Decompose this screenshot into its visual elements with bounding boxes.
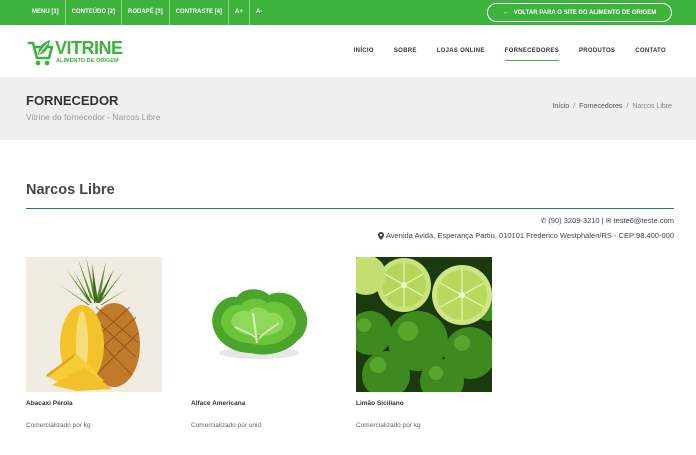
nav-item-lojas-online[interactable]: LOJAS ONLINE [437, 25, 485, 77]
supplier-phone: (90) 3209-3210 [548, 216, 600, 225]
product-card[interactable]: Abacaxi Pérola Comercializado por kg [26, 257, 162, 429]
envelope-icon: ✉ [605, 217, 612, 225]
nav-item-inicio[interactable]: INÍCIO [354, 25, 374, 77]
lettuce-illustration [191, 257, 327, 392]
logo-name: VITRINE [55, 38, 123, 58]
product-image-lettuce[interactable] [191, 257, 327, 392]
breadcrumb-home-link[interactable]: Início [552, 103, 569, 110]
supplier-name: Narcos Libre [26, 182, 115, 198]
product-name[interactable]: Limão Siciliano [356, 400, 404, 407]
breadcrumb-separator: / [573, 103, 576, 110]
product-name[interactable]: Abacaxi Pérola [26, 400, 73, 407]
accessibility-bar: MENU [1] CONTEÚDO [2] RODAPÉ [3] CONTRAS… [0, 0, 696, 25]
shopping-cart-leaf-icon [27, 40, 54, 66]
supplier-address: Avenida Avida, Esperança Partiu, 010101 … [385, 231, 674, 240]
font-increase-link[interactable]: A+ [229, 0, 250, 25]
contact-separator: | [601, 216, 604, 225]
breadcrumb-separator: / [626, 103, 629, 110]
limes-illustration [356, 257, 492, 392]
product-image-lime[interactable] [356, 257, 492, 392]
breadcrumb-suppliers-link[interactable]: Fornecedores [579, 103, 622, 110]
page-subtitle: Vitrine do fornecedor - Narcos Libre [26, 112, 161, 122]
nav-item-sobre[interactable]: SOBRE [394, 25, 417, 77]
site-logo[interactable]: VITRINE ALIMENTO DE ORIGEM [26, 34, 126, 70]
breadcrumb-current: Narcos Libre [632, 103, 672, 110]
product-name[interactable]: Alface Americana [191, 400, 245, 407]
map-marker-icon [377, 231, 384, 240]
logo-tagline: ALIMENTO DE ORIGEM [56, 58, 119, 64]
back-button-label: VOLTAR PARA O SITE DO ALIMENTO DE ORIGEM [513, 9, 657, 16]
breadcrumb: Início / Fornecedores / Narcos Libre [552, 103, 672, 110]
skip-to-content-link[interactable]: CONTEÚDO [2] [66, 0, 123, 25]
nav-item-fornecedores[interactable]: FORNECEDORES [504, 25, 560, 77]
product-unit: Comercializado por kg [356, 422, 421, 429]
font-decrease-link[interactable]: A- [250, 0, 268, 25]
page-title: FORNECEDOR [26, 93, 119, 108]
skip-to-footer-link[interactable]: RODAPÉ [3] [122, 0, 170, 25]
main-nav: INÍCIO SOBRE LOJAS ONLINE FORNECEDORES P… [334, 25, 666, 77]
pineapple-illustration [26, 257, 162, 392]
supplier-email[interactable]: teste6@teste.com [613, 216, 674, 225]
product-card[interactable]: Limão Siciliano Comercializado por kg [356, 257, 492, 429]
product-image-pineapple[interactable] [26, 257, 162, 392]
supplier-contact: ✆ (90) 3209-3210 | ✉ teste6@teste.com [540, 216, 674, 225]
product-card[interactable]: Alface Americana Comercializado por unid [191, 257, 327, 429]
nav-item-produtos[interactable]: PRODUTOS [579, 25, 615, 77]
title-divider [26, 208, 674, 209]
product-unit: Comercializado por kg [26, 422, 91, 429]
supplier-address-line: Avenida Avida, Esperança Partiu, 010101 … [377, 231, 674, 240]
back-to-origin-site-button[interactable]: ← VOLTAR PARA O SITE DO ALIMENTO DE ORIG… [487, 3, 672, 22]
product-unit: Comercializado por unid [191, 422, 262, 429]
phone-icon: ✆ [540, 217, 547, 225]
arrow-left-icon: ← [502, 9, 510, 16]
page-title-band: FORNECEDOR Vitrine do fornecedor - Narco… [0, 77, 696, 140]
contrast-toggle-link[interactable]: CONTRASTE [4] [170, 0, 230, 25]
nav-item-contato[interactable]: CONTATO [635, 25, 666, 77]
site-header: VITRINE ALIMENTO DE ORIGEM INÍCIO SOBRE … [0, 25, 696, 77]
skip-to-menu-link[interactable]: MENU [1] [26, 0, 66, 25]
accessibility-links: MENU [1] CONTEÚDO [2] RODAPÉ [3] CONTRAS… [26, 0, 268, 25]
